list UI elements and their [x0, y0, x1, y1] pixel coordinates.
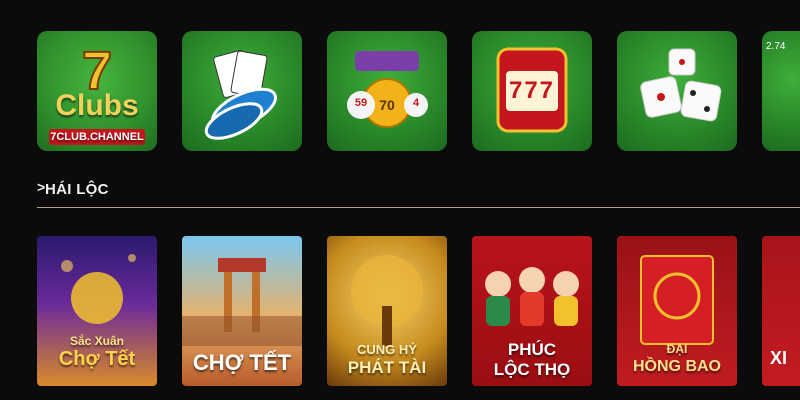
game-title: XI: [770, 348, 788, 368]
game-title-1: Sắc Xuân: [69, 334, 125, 348]
section-divider: [37, 207, 800, 208]
game-title-2: LỘC THỌ: [493, 360, 571, 379]
category-cards[interactable]: [182, 31, 302, 151]
section-title: HÁI LỘC: [45, 181, 109, 198]
game-title-1: PHÚC: [507, 340, 557, 359]
game-dai-hong-bao[interactable]: ĐẠI HỒNG BAO: [617, 236, 737, 386]
chevron-right-icon: >: [37, 179, 46, 195]
playing-cards-chips-icon: [204, 50, 277, 140]
game-title-2: PHÁT TÀI: [347, 358, 427, 377]
game-title: CHỢ TẾT: [192, 350, 292, 375]
dice-icon: [640, 48, 722, 122]
partial-value: 2.74: [766, 41, 786, 52]
game-title-2: Chợ Tết: [58, 348, 136, 370]
game-cung-hy-phat-tai[interactable]: CUNG HỶ PHÁT TÀI: [327, 236, 447, 386]
category-dice[interactable]: [617, 31, 737, 151]
game-cho-tet[interactable]: CHỢ TẾT: [182, 236, 302, 386]
brand-domain: 7CLUB.CHANNEL: [49, 129, 145, 145]
slot-label: 777: [508, 77, 556, 104]
game-sac-xuan-cho-tet[interactable]: Sắc Xuân Chợ Tết: [37, 236, 157, 386]
game-partial[interactable]: XI: [762, 236, 800, 386]
category-lottery[interactable]: 59 70 4: [327, 31, 447, 151]
game-title-2: HỒNG BAO: [633, 358, 721, 375]
lottery-number-3: 4: [412, 97, 420, 109]
game-title-1: CUNG HỶ: [357, 342, 417, 357]
section-hai-loc: > HÁI LỘC: [37, 176, 800, 208]
game-title-1: ĐẠI: [666, 342, 688, 356]
game-phuc-loc-tho[interactable]: PHÚC LỘC THỌ: [472, 236, 592, 386]
category-7clubs[interactable]: 7 Clubs 7CLUB.CHANNEL: [37, 31, 157, 151]
category-partial[interactable]: 2.74: [762, 31, 800, 151]
lottery-balls-icon: [347, 51, 428, 128]
brand-name: Clubs: [55, 89, 139, 122]
category-slots[interactable]: 777: [472, 31, 592, 151]
